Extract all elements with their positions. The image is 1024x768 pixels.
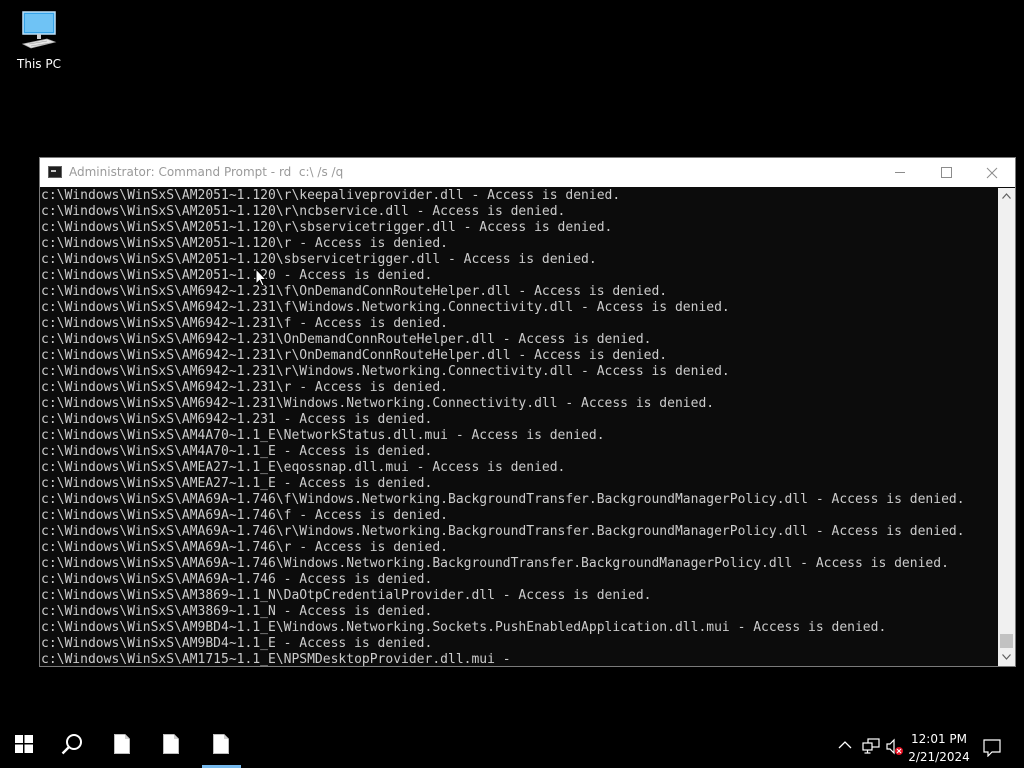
console-line: c:\Windows\WinSxS\AM2051~1.120\sbservice… [41, 252, 597, 267]
console-line: c:\Windows\WinSxS\AM6942~1.231\f\OnDeman… [41, 284, 668, 299]
console-line: c:\Windows\WinSxS\AM2051~1.120\r\sbservi… [41, 220, 613, 235]
scroll-thumb[interactable] [1000, 634, 1013, 648]
console-line: c:\Windows\WinSxS\AM2051~1.120\r\keepali… [41, 188, 621, 203]
window-title: Administrator: Command Prompt - rd c:\ /… [69, 165, 344, 179]
console-line: c:\Windows\WinSxS\AM6942~1.231 - Access … [41, 412, 433, 427]
console-line: c:\Windows\WinSxS\AM4A70~1.1_E - Access … [41, 444, 433, 459]
search-icon [61, 734, 82, 755]
taskbar-app-1[interactable] [98, 720, 146, 768]
clock-time: 12:01 PM [911, 732, 967, 746]
chevron-up-icon [838, 741, 852, 749]
console-line: c:\Windows\WinSxS\AM2051~1.120 - Access … [41, 268, 433, 283]
taskbar-clock[interactable]: 12:01 PM 2/21/2024 [908, 730, 970, 766]
document-icon [114, 734, 130, 754]
scroll-down-button[interactable] [998, 649, 1015, 666]
console-line: c:\Windows\WinSxS\AM6942~1.231\r - Acces… [41, 380, 448, 395]
mouse-cursor-icon [255, 268, 267, 287]
close-icon [986, 167, 998, 179]
console-line: c:\Windows\WinSxS\AMEA27~1.1_E - Access … [41, 476, 433, 491]
volume-muted-icon[interactable] [886, 738, 904, 756]
desktop: This PC Administrator: Command Prompt - … [0, 0, 1024, 720]
document-icon [163, 734, 179, 754]
console-line: c:\Windows\WinSxS\AM9BD4~1.1_E - Access … [41, 636, 433, 651]
maximize-button[interactable] [923, 158, 969, 187]
notification-icon[interactable] [983, 739, 1001, 757]
console-line: c:\Windows\WinSxS\AM3869~1.1_N\DaOtpCred… [41, 588, 652, 603]
console-line: c:\Windows\WinSxS\AM2051~1.120\r - Acces… [41, 236, 448, 251]
console-output[interactable]: c:\Windows\WinSxS\AM2051~1.120\r\keepali… [40, 188, 998, 666]
console-line: c:\Windows\WinSxS\AM9BD4~1.1_E\Windows.N… [41, 620, 887, 635]
console-line: c:\Windows\WinSxS\AM4A70~1.1_E\NetworkSt… [41, 428, 605, 443]
chevron-up-icon [1002, 193, 1011, 199]
console-line: c:\Windows\WinSxS\AMA69A~1.746\r - Acces… [41, 540, 448, 555]
taskbar-app-3[interactable] [197, 720, 245, 768]
search-button[interactable] [48, 720, 96, 768]
console-line: c:\Windows\WinSxS\AM6942~1.231\r\Windows… [41, 364, 730, 379]
console-line: c:\Windows\WinSxS\AMA69A~1.746\r\Windows… [41, 524, 965, 539]
console-line: c:\Windows\WinSxS\AMA69A~1.746 - Access … [41, 572, 433, 587]
desktop-icon-label: This PC [17, 57, 61, 71]
monitor-icon [21, 11, 57, 49]
vertical-scrollbar[interactable] [998, 188, 1015, 666]
console-line: c:\Windows\WinSxS\AM6942~1.231\OnDemandC… [41, 332, 652, 347]
console-line: c:\Windows\WinSxS\AMEA27~1.1_E\eqossnap.… [41, 460, 566, 475]
start-button[interactable] [0, 720, 48, 768]
show-hidden-icons-button[interactable] [838, 738, 852, 752]
console-line: c:\Windows\WinSxS\AMA69A~1.746\f\Windows… [41, 492, 965, 507]
document-icon [213, 734, 229, 754]
desktop-icon-this-pc[interactable]: This PC [10, 8, 68, 71]
minimize-button[interactable] [877, 158, 923, 187]
clock-date: 2/21/2024 [908, 750, 970, 764]
console-line: c:\Windows\WinSxS\AM2051~1.120\r\ncbserv… [41, 204, 566, 219]
windows-logo-icon [15, 735, 33, 753]
console-line: c:\Windows\WinSxS\AM6942~1.231\Windows.N… [41, 396, 715, 411]
console-line: c:\Windows\WinSxS\AMA69A~1.746\f - Acces… [41, 508, 448, 523]
console-line: c:\Windows\WinSxS\AMA69A~1.746\Windows.N… [41, 556, 949, 571]
console-line: c:\Windows\WinSxS\AM6942~1.231\f - Acces… [41, 316, 448, 331]
close-button[interactable] [969, 158, 1015, 187]
console-line: c:\Windows\WinSxS\AM6942~1.231\r\OnDeman… [41, 348, 668, 363]
taskbar-app-2[interactable] [147, 720, 195, 768]
console-line: c:\Windows\WinSxS\AM3869~1.1_N - Access … [41, 604, 433, 619]
cmd-app-icon [48, 166, 62, 178]
console-line: c:\Windows\WinSxS\AM1715~1.1_E\NPSMDeskt… [41, 652, 511, 666]
network-icon[interactable] [862, 738, 880, 754]
scroll-up-button[interactable] [998, 188, 1015, 205]
chevron-down-icon [1002, 654, 1011, 660]
window-titlebar[interactable]: Administrator: Command Prompt - rd c:\ /… [40, 158, 1015, 187]
console-line: c:\Windows\WinSxS\AM6942~1.231\f\Windows… [41, 300, 730, 315]
command-prompt-window[interactable]: Administrator: Command Prompt - rd c:\ /… [39, 157, 1016, 667]
